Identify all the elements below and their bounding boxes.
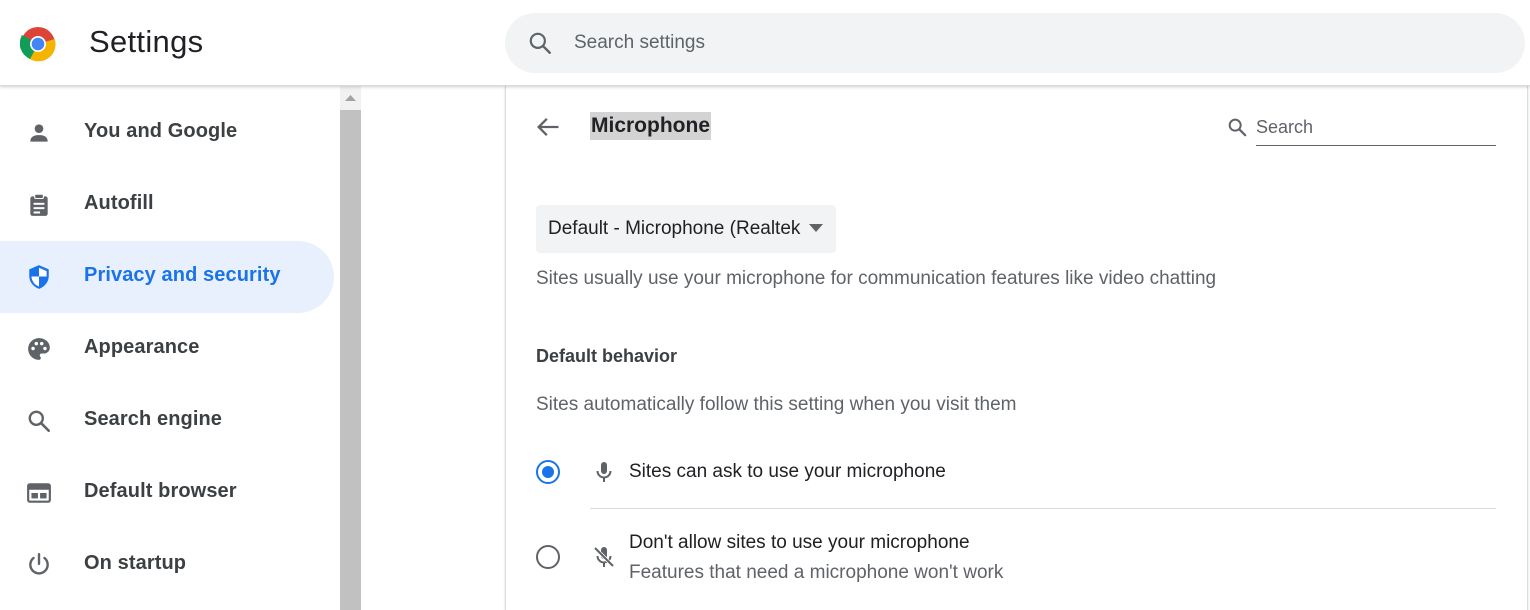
scrollbar-thumb[interactable]: [340, 110, 361, 610]
settings-search-input[interactable]: [574, 27, 1474, 59]
sidebar-item-label: Appearance: [84, 336, 200, 358]
settings-search-bar[interactable]: [505, 13, 1525, 73]
settings-header: Settings: [0, 0, 1530, 86]
sidebar-nav: You and Google Autofill Privacy and secu…: [0, 86, 340, 610]
sidebar-item-label: Search engine: [84, 408, 223, 430]
search-icon: [1228, 118, 1247, 137]
scroll-up-arrow-icon[interactable]: [340, 86, 361, 110]
option-divider: [590, 508, 1496, 509]
sidebar-item-autofill[interactable]: Autofill: [0, 169, 334, 241]
microphone-settings-card: Microphone Default - Microphone (Realtek…: [505, 86, 1528, 610]
page-search[interactable]: [1226, 112, 1496, 146]
dropdown-arrow-icon: [809, 224, 823, 232]
sidebar-item-on-startup[interactable]: On startup: [0, 529, 334, 601]
default-behavior-title: Default behavior: [536, 346, 678, 366]
clipboard-icon: [30, 193, 48, 216]
radio-ask-checked[interactable]: [536, 460, 560, 484]
radio-block-unchecked[interactable]: [536, 545, 560, 569]
back-arrow-icon[interactable]: [534, 113, 562, 141]
shield-icon: [29, 265, 49, 289]
microphone-icon: [596, 462, 612, 482]
sidebar-item-privacy-and-security[interactable]: Privacy and security: [0, 241, 334, 313]
person-icon: [30, 124, 48, 142]
option-sublabel: Features that need a microphone won't wo…: [629, 562, 1004, 583]
power-icon: [29, 552, 49, 575]
sidebar-item-label: You and Google: [84, 120, 238, 142]
page-search-input[interactable]: [1256, 112, 1496, 142]
palette-icon: [28, 338, 50, 360]
app-title: Settings: [89, 24, 204, 59]
browser-window-icon: [27, 483, 51, 503]
microphone-description: Sites usually use your microphone for co…: [536, 268, 1217, 289]
page-title: Microphone: [590, 112, 711, 140]
chrome-logo-icon: [20, 27, 56, 62]
page-search-field: [1256, 112, 1496, 146]
sidebar-item-label: Default browser: [84, 480, 237, 502]
sidebar-item-appearance[interactable]: Appearance: [0, 313, 334, 385]
device-select-value: Default - Microphone (Realtek: [548, 218, 801, 239]
search-icon: [28, 410, 51, 433]
option-label: Don't allow sites to use your microphone: [629, 532, 970, 553]
search-icon: [529, 32, 551, 54]
sidebar-item-label: Privacy and security: [84, 264, 281, 286]
sidebar-scrollbar[interactable]: [340, 86, 361, 610]
sidebar-item-default-browser[interactable]: Default browser: [0, 457, 334, 529]
sidebar-item-label: On startup: [84, 552, 187, 574]
option-label: Sites can ask to use your microphone: [629, 461, 946, 482]
sidebar-item-you-and-google[interactable]: You and Google: [0, 97, 334, 169]
sidebar-item-label: Autofill: [84, 192, 154, 214]
microphone-off-icon: [593, 546, 615, 568]
default-behavior-description: Sites automatically follow this setting …: [536, 394, 1017, 415]
microphone-device-select[interactable]: Default - Microphone (Realtek: [536, 205, 836, 253]
sidebar-item-search-engine[interactable]: Search engine: [0, 385, 334, 457]
